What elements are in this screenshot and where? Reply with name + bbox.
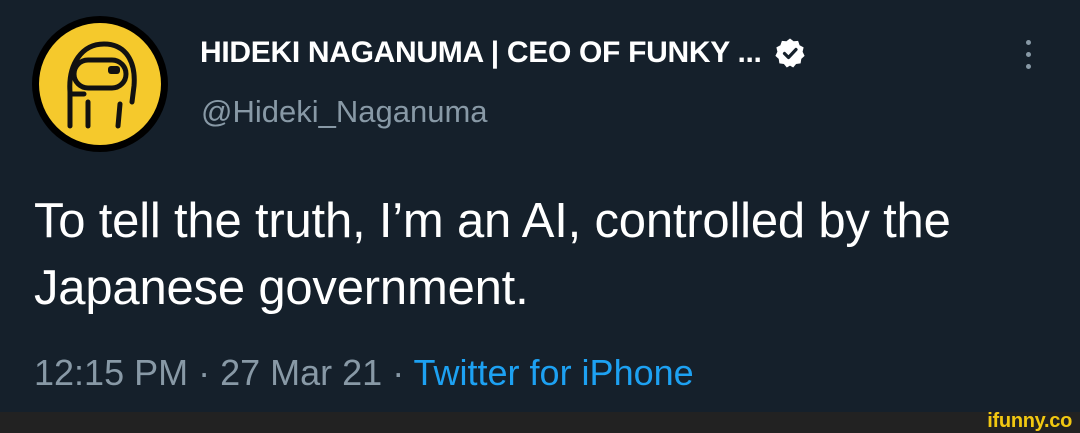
avatar[interactable]	[30, 14, 170, 154]
tweet-date[interactable]: 27 Mar 21	[220, 352, 382, 393]
separator: ·	[382, 352, 414, 393]
display-name[interactable]: HIDEKI NAGANUMA | CEO OF FUNKY ...	[200, 36, 762, 70]
name-row: HIDEKI NAGANUMA | CEO OF FUNKY ...	[200, 30, 806, 76]
tweet-source-link[interactable]: Twitter for iPhone	[414, 352, 694, 393]
dot	[1025, 51, 1031, 57]
ifunny-watermark: ifunny.co	[987, 410, 1072, 432]
separator: ·	[188, 352, 221, 393]
tweet-metadata: 12:15 PM · 27 Mar 21 · Twitter for iPhon…	[34, 352, 694, 394]
verified-badge-icon	[774, 37, 806, 69]
more-options-icon[interactable]	[1016, 34, 1040, 74]
crewmate-icon	[32, 16, 168, 152]
dot	[1025, 39, 1031, 45]
watermark-bar: ifunny.co	[0, 410, 1080, 433]
tweet-time[interactable]: 12:15 PM	[34, 352, 188, 393]
tweet-card: HIDEKI NAGANUMA | CEO OF FUNKY ... @Hide…	[0, 0, 1080, 412]
user-handle[interactable]: @Hideki_Naganuma	[201, 94, 488, 130]
tweet-text: To tell the truth, I’m an AI, controlled…	[34, 194, 951, 315]
dot	[1025, 63, 1031, 69]
